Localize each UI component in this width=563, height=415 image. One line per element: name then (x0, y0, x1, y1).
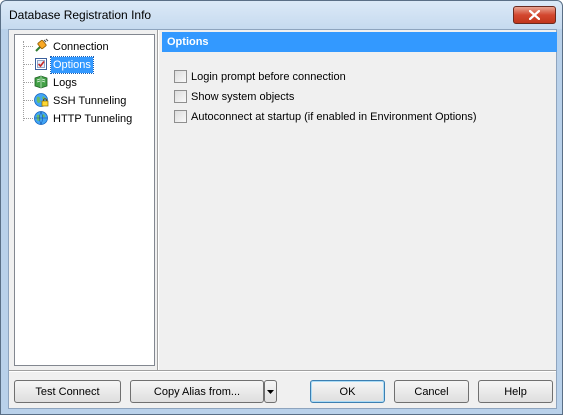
tree-item-connection[interactable]: Connection (15, 38, 154, 56)
connection-plug-icon (35, 38, 49, 52)
show-system-objects-checkbox[interactable] (174, 90, 187, 103)
section-tree[interactable]: Connection Options Logs SSH Tunneling HT… (14, 34, 155, 366)
autoconnect-checkbox[interactable] (174, 110, 187, 123)
cancel-button[interactable]: Cancel (394, 380, 469, 403)
tree-connector (23, 82, 33, 83)
test-connect-button[interactable]: Test Connect (14, 380, 121, 403)
dialog-window: Database Registration Info Connection Op… (0, 0, 563, 415)
close-icon (529, 10, 540, 20)
copy-alias-button[interactable]: Copy Alias from... (130, 380, 264, 403)
help-button[interactable]: Help (478, 380, 553, 403)
tree-item-label: Options (50, 56, 94, 74)
copy-alias-dropdown-button[interactable] (264, 380, 277, 403)
tree-item-label: SSH Tunneling (53, 95, 127, 107)
footer-divider (9, 370, 556, 372)
chevron-down-icon (267, 389, 274, 394)
tree-item-label: Logs (53, 77, 77, 89)
ssh-globe-icon (34, 93, 49, 107)
tree-item-ssh-tunneling[interactable]: SSH Tunneling (15, 92, 154, 110)
tree-connector (23, 64, 33, 65)
option-label: Autoconnect at startup (if enabled in En… (191, 111, 477, 123)
title-bar[interactable]: Database Registration Info (1, 1, 562, 29)
options-checklist-icon (35, 58, 47, 70)
tree-connector (23, 100, 33, 101)
tree-connector (23, 118, 33, 119)
option-label: Show system objects (191, 91, 295, 103)
option-label: Login prompt before connection (191, 71, 346, 83)
tree-item-label: HTTP Tunneling (53, 113, 133, 125)
panel-splitter[interactable] (157, 30, 159, 370)
http-globe-icon (34, 111, 48, 125)
ok-button[interactable]: OK (310, 380, 385, 403)
dialog-client-area: Connection Options Logs SSH Tunneling HT… (8, 29, 557, 409)
tree-item-options[interactable]: Options (15, 56, 154, 74)
tree-item-logs[interactable]: Logs (15, 74, 154, 92)
close-button[interactable] (513, 6, 556, 24)
panel-header: Options (162, 32, 557, 52)
tree-item-label: Connection (53, 41, 109, 53)
tree-item-http-tunneling[interactable]: HTTP Tunneling (15, 110, 154, 128)
logs-book-icon (34, 75, 48, 89)
window-title: Database Registration Info (9, 8, 152, 22)
tree-connector (23, 46, 33, 47)
login-prompt-checkbox[interactable] (174, 70, 187, 83)
